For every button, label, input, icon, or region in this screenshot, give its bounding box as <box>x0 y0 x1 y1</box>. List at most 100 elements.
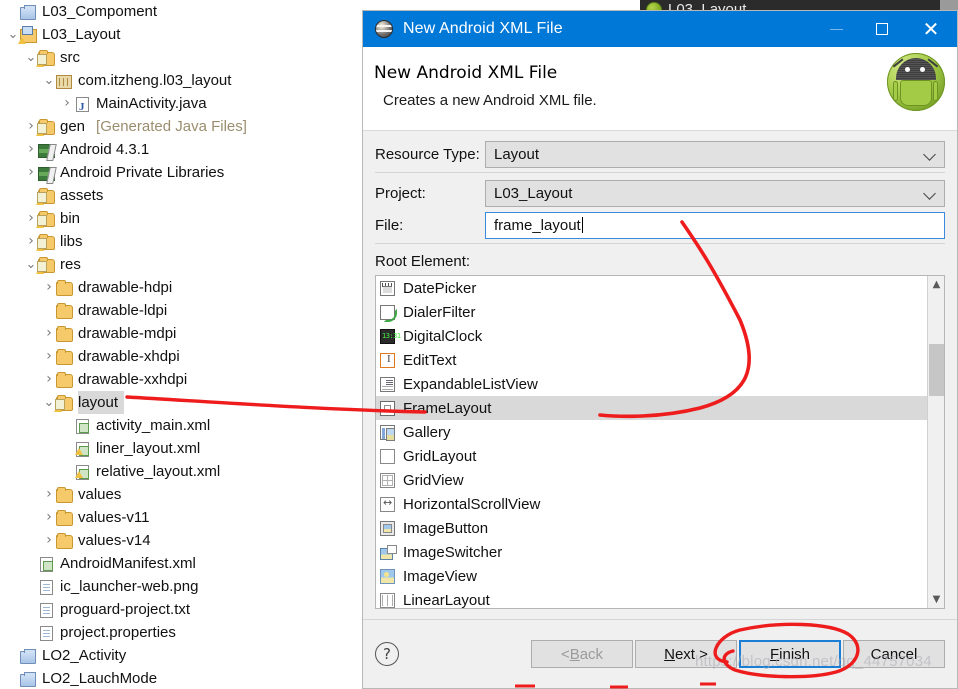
list-item-digitalclock[interactable]: DigitalClock <box>376 324 927 348</box>
list-item-label: FrameLayout <box>403 399 492 417</box>
list-item-framelayout[interactable]: FrameLayout <box>376 396 927 420</box>
list-item-label: LinearLayout <box>403 591 490 609</box>
project-select[interactable]: L03_Layout <box>485 179 945 207</box>
tree-item-assets[interactable]: assets <box>0 184 362 207</box>
list-item-linearlayout[interactable]: LinearLayout <box>376 588 927 608</box>
tree-item-l03-layout[interactable]: ⌄ L03_Layout <box>0 23 362 46</box>
folder-warn-icon <box>36 256 56 274</box>
folder-warn-icon <box>54 394 74 412</box>
folder-warn-icon <box>36 233 56 251</box>
text-file-icon <box>38 579 56 595</box>
list-item-dialerfilter[interactable]: DialerFilter <box>376 300 927 324</box>
chevron-right-icon[interactable]: › <box>42 529 56 552</box>
tree-item-l03-compoment[interactable]: L03_Compoment <box>0 0 362 23</box>
resource-type-select[interactable]: Layout <box>485 140 945 168</box>
dialog-titlebar[interactable]: New Android XML File ✕ <box>363 11 957 47</box>
tree-item-proguard-project-txt[interactable]: proguard-project.txt <box>0 598 362 621</box>
tree-item-liner-layout-xml[interactable]: liner_layout.xml <box>0 437 362 460</box>
project-explorer-tree[interactable]: L03_Compoment ⌄ L03_Layout ⌄ src ⌄ com.itzheng… <box>0 0 362 689</box>
close-icon[interactable]: ✕ <box>905 11 957 47</box>
list-item-gallery[interactable]: Gallery <box>376 420 927 444</box>
folder-icon <box>56 348 74 365</box>
tree-item-com-itzheng-l03-layout[interactable]: ⌄ com.itzheng.l03_layout <box>0 69 362 92</box>
list-item-gridlayout[interactable]: GridLayout <box>376 444 927 468</box>
folder-icon <box>56 279 74 296</box>
project-closed-icon <box>20 648 38 664</box>
list-item-expandablelistview[interactable]: ExpandableListView <box>376 372 927 396</box>
tree-item-drawable-xxhdpi[interactable]: › drawable-xxhdpi <box>0 368 362 391</box>
list-item-label: DialerFilter <box>403 303 476 321</box>
minimize-button[interactable] <box>813 11 859 47</box>
chevron-right-icon[interactable]: › <box>60 92 74 115</box>
list-item-imageswitcher[interactable]: ImageSwitcher <box>376 540 927 564</box>
list-item-label: ExpandableListView <box>403 375 538 393</box>
scroll-down-icon[interactable]: ▼ <box>928 591 944 608</box>
warning-badge-icon <box>54 404 62 412</box>
chevron-right-icon[interactable]: › <box>42 368 56 391</box>
tree-item-ic-launcher-web-png[interactable]: ic_launcher-web.png <box>0 575 362 598</box>
tree-item-lo2-activity[interactable]: LO2_Activity <box>0 644 362 667</box>
tree-item-res[interactable]: ⌄ res <box>0 253 362 276</box>
chevron-right-icon[interactable]: › <box>42 506 56 529</box>
java-file-icon <box>74 96 92 119</box>
scroll-up-icon[interactable]: ▲ <box>928 276 944 293</box>
library-icon <box>38 165 56 181</box>
tree-item-label: Android 4.3.1 <box>60 141 150 158</box>
list-item-imagebutton[interactable]: ImageButton <box>376 516 927 540</box>
chevron-right-icon[interactable]: › <box>42 276 56 299</box>
tree-item-drawable-xhdpi[interactable]: › drawable-xhdpi <box>0 345 362 368</box>
list-vertical-scrollbar[interactable]: ▲ ▼ <box>927 276 944 609</box>
tree-item-android-4-3-1[interactable]: › Android 4.3.1 <box>0 138 362 161</box>
linearlayout-icon <box>380 592 397 608</box>
tree-item-values-v14[interactable]: › values-v14 <box>0 529 362 552</box>
tree-item-label: MainActivity.java <box>96 95 207 112</box>
tree-item-values[interactable]: › values <box>0 483 362 506</box>
tree-item-suffix: [Generated Java Files] <box>96 118 247 135</box>
tree-item-layout[interactable]: ⌄ layout <box>0 391 362 414</box>
chevron-right-icon[interactable]: › <box>42 345 56 368</box>
tree-item-values-v11[interactable]: › values-v11 <box>0 506 362 529</box>
list-item-horizontalscrollview[interactable]: HorizontalScrollView <box>376 492 927 516</box>
tree-item-drawable-hdpi[interactable]: › drawable-hdpi <box>0 276 362 299</box>
list-item-datepicker[interactable]: DatePicker <box>376 276 927 300</box>
tree-item-bin[interactable]: › bin <box>0 207 362 230</box>
list-item-gridview[interactable]: GridView <box>376 468 927 492</box>
file-name-input[interactable]: frame_layout <box>485 211 945 239</box>
tree-item-label: ic_launcher-web.png <box>60 578 199 595</box>
chevron-right-icon[interactable]: › <box>42 322 56 345</box>
xml-file-warn-icon <box>74 464 92 480</box>
list-item-imageview[interactable]: ImageView <box>376 564 927 588</box>
tree-item-label: activity_main.xml <box>96 417 211 434</box>
root-element-list[interactable]: DatePicker DialerFilter DigitalClock EditTe… <box>376 276 927 608</box>
xml-file-warn-icon <box>74 441 92 457</box>
tree-item-project-properties[interactable]: project.properties <box>0 621 362 644</box>
tree-item-label: values-v11 <box>78 509 150 526</box>
tree-item-label: liner_layout.xml <box>96 440 201 457</box>
tree-item-android-private-libraries[interactable]: › Android Private Libraries <box>0 161 362 184</box>
maximize-button[interactable] <box>859 11 905 47</box>
chevron-right-icon[interactable]: › <box>24 138 38 161</box>
folder-icon <box>56 325 74 342</box>
tree-item-drawable-mdpi[interactable]: › drawable-mdpi <box>0 322 362 345</box>
scrollbar-thumb[interactable] <box>929 344 944 396</box>
tree-item-androidmanifest-xml[interactable]: AndroidManifest.xml <box>0 552 362 575</box>
help-icon[interactable]: ? <box>375 642 399 666</box>
root-element-listbox[interactable]: DatePicker DialerFilter DigitalClock EditTe… <box>375 275 945 610</box>
tree-item-lo2-lauchmode[interactable]: LO2_LauchMode <box>0 667 362 689</box>
chevron-right-icon[interactable]: › <box>24 161 38 184</box>
file-label: File: <box>375 216 404 234</box>
tree-item-libs[interactable]: › libs <box>0 230 362 253</box>
tree-item-activity-main-xml[interactable]: activity_main.xml <box>0 414 362 437</box>
list-item-edittext[interactable]: EditText <box>376 348 927 372</box>
tree-item-mainactivity-java[interactable]: › MainActivity.java <box>0 92 362 119</box>
chevron-down-icon[interactable]: ⌄ <box>42 73 56 89</box>
tree-item-drawable-ldpi[interactable]: drawable-ldpi <box>0 299 362 322</box>
tree-item-label: libs <box>60 233 83 250</box>
chevron-right-icon[interactable]: › <box>42 483 56 506</box>
tree-item-src[interactable]: ⌄ src <box>0 46 362 69</box>
tree-item-relative-layout-xml[interactable]: relative_layout.xml <box>0 460 362 483</box>
back-button[interactable]: < Back <box>531 640 633 668</box>
tree-item-label: values-v14 <box>78 532 151 549</box>
tree-item-label: LO2_Activity <box>42 647 127 664</box>
tree-item-gen[interactable]: › gen [Generated Java Files] <box>0 115 362 138</box>
